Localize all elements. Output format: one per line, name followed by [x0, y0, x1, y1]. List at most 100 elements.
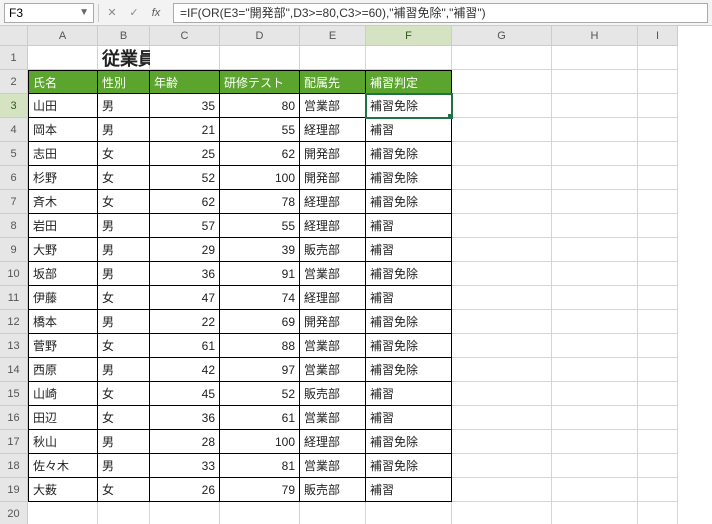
col-header-D[interactable]: D: [220, 26, 300, 46]
cell[interactable]: [552, 334, 638, 358]
cell[interactable]: 女: [98, 406, 150, 430]
cell[interactable]: 補習免除: [366, 358, 452, 382]
cell[interactable]: 男: [98, 262, 150, 286]
cell[interactable]: 橋本: [28, 310, 98, 334]
row-header-19[interactable]: 19: [0, 478, 28, 502]
cell[interactable]: 経理部: [300, 286, 366, 310]
cell[interactable]: 100: [220, 430, 300, 454]
row-header-9[interactable]: 9: [0, 238, 28, 262]
cell[interactable]: 61: [220, 406, 300, 430]
cell[interactable]: [366, 46, 452, 70]
select-all-corner[interactable]: [0, 26, 28, 46]
row-header-5[interactable]: 5: [0, 142, 28, 166]
cell[interactable]: [452, 118, 552, 142]
cell[interactable]: 88: [220, 334, 300, 358]
cell[interactable]: [552, 118, 638, 142]
row-header-14[interactable]: 14: [0, 358, 28, 382]
cell[interactable]: 男: [98, 214, 150, 238]
cell[interactable]: 営業部: [300, 406, 366, 430]
cell[interactable]: 62: [220, 142, 300, 166]
cell[interactable]: 35: [150, 94, 220, 118]
fill-handle[interactable]: [448, 114, 452, 118]
cell[interactable]: [452, 334, 552, 358]
cell[interactable]: 経理部: [300, 118, 366, 142]
cell[interactable]: [552, 286, 638, 310]
cell[interactable]: 営業部: [300, 454, 366, 478]
cell[interactable]: 開発部: [300, 310, 366, 334]
cell[interactable]: 販売部: [300, 478, 366, 502]
fx-icon[interactable]: fx: [147, 4, 165, 22]
cell[interactable]: 佐々木: [28, 454, 98, 478]
cell[interactable]: 79: [220, 478, 300, 502]
cell[interactable]: [452, 214, 552, 238]
cell[interactable]: 営業部: [300, 262, 366, 286]
cell[interactable]: 52: [220, 382, 300, 406]
cell[interactable]: 営業部: [300, 94, 366, 118]
row-header-11[interactable]: 11: [0, 286, 28, 310]
cell[interactable]: 男: [98, 358, 150, 382]
row-header-6[interactable]: 6: [0, 166, 28, 190]
cell[interactable]: [638, 286, 678, 310]
cell[interactable]: 女: [98, 478, 150, 502]
cell[interactable]: 91: [220, 262, 300, 286]
cell[interactable]: 岡本: [28, 118, 98, 142]
chevron-down-icon[interactable]: ▼: [79, 7, 89, 18]
cell[interactable]: [552, 94, 638, 118]
row-header-17[interactable]: 17: [0, 430, 28, 454]
cell[interactable]: [638, 70, 678, 94]
cell[interactable]: [552, 190, 638, 214]
cell[interactable]: [300, 502, 366, 524]
table-header[interactable]: 性別: [98, 70, 150, 94]
cell[interactable]: [150, 46, 220, 70]
cell[interactable]: 補習: [366, 238, 452, 262]
cell[interactable]: 経理部: [300, 214, 366, 238]
cell[interactable]: 男: [98, 454, 150, 478]
cell[interactable]: [452, 190, 552, 214]
cell[interactable]: 100: [220, 166, 300, 190]
cell[interactable]: 補習: [366, 382, 452, 406]
cell[interactable]: 従業員名簿: [98, 46, 150, 70]
cell[interactable]: 男: [98, 94, 150, 118]
col-header-I[interactable]: I: [638, 26, 678, 46]
cell[interactable]: [638, 478, 678, 502]
cell[interactable]: [452, 406, 552, 430]
row-header-8[interactable]: 8: [0, 214, 28, 238]
cell[interactable]: 斉木: [28, 190, 98, 214]
cancel-icon[interactable]: ✕: [103, 4, 121, 22]
cell[interactable]: [552, 478, 638, 502]
cell[interactable]: 81: [220, 454, 300, 478]
row-header-3[interactable]: 3: [0, 94, 28, 118]
cell[interactable]: 補習免除: [366, 454, 452, 478]
cell[interactable]: 補習免除: [366, 166, 452, 190]
col-header-E[interactable]: E: [300, 26, 366, 46]
row-header-7[interactable]: 7: [0, 190, 28, 214]
cell[interactable]: [638, 358, 678, 382]
cell[interactable]: [552, 430, 638, 454]
cell[interactable]: [552, 382, 638, 406]
cell[interactable]: 男: [98, 310, 150, 334]
cell[interactable]: [638, 334, 678, 358]
cell[interactable]: 杉野: [28, 166, 98, 190]
cell[interactable]: 営業部: [300, 334, 366, 358]
row-header-4[interactable]: 4: [0, 118, 28, 142]
cell[interactable]: [452, 70, 552, 94]
cell[interactable]: [638, 262, 678, 286]
cell[interactable]: [638, 406, 678, 430]
table-header[interactable]: 配属先: [300, 70, 366, 94]
cell[interactable]: 坂部: [28, 262, 98, 286]
cell[interactable]: [638, 166, 678, 190]
cell[interactable]: 補習: [366, 406, 452, 430]
cell[interactable]: [552, 454, 638, 478]
cell[interactable]: [452, 94, 552, 118]
cell[interactable]: 補習免除: [366, 94, 452, 118]
cell[interactable]: 男: [98, 118, 150, 142]
cell[interactable]: [452, 46, 552, 70]
cell[interactable]: 菅野: [28, 334, 98, 358]
cell[interactable]: 営業部: [300, 358, 366, 382]
cell[interactable]: 男: [98, 238, 150, 262]
cell[interactable]: 62: [150, 190, 220, 214]
cell[interactable]: 田辺: [28, 406, 98, 430]
cell[interactable]: [638, 310, 678, 334]
cell[interactable]: 21: [150, 118, 220, 142]
cell[interactable]: [28, 46, 98, 70]
